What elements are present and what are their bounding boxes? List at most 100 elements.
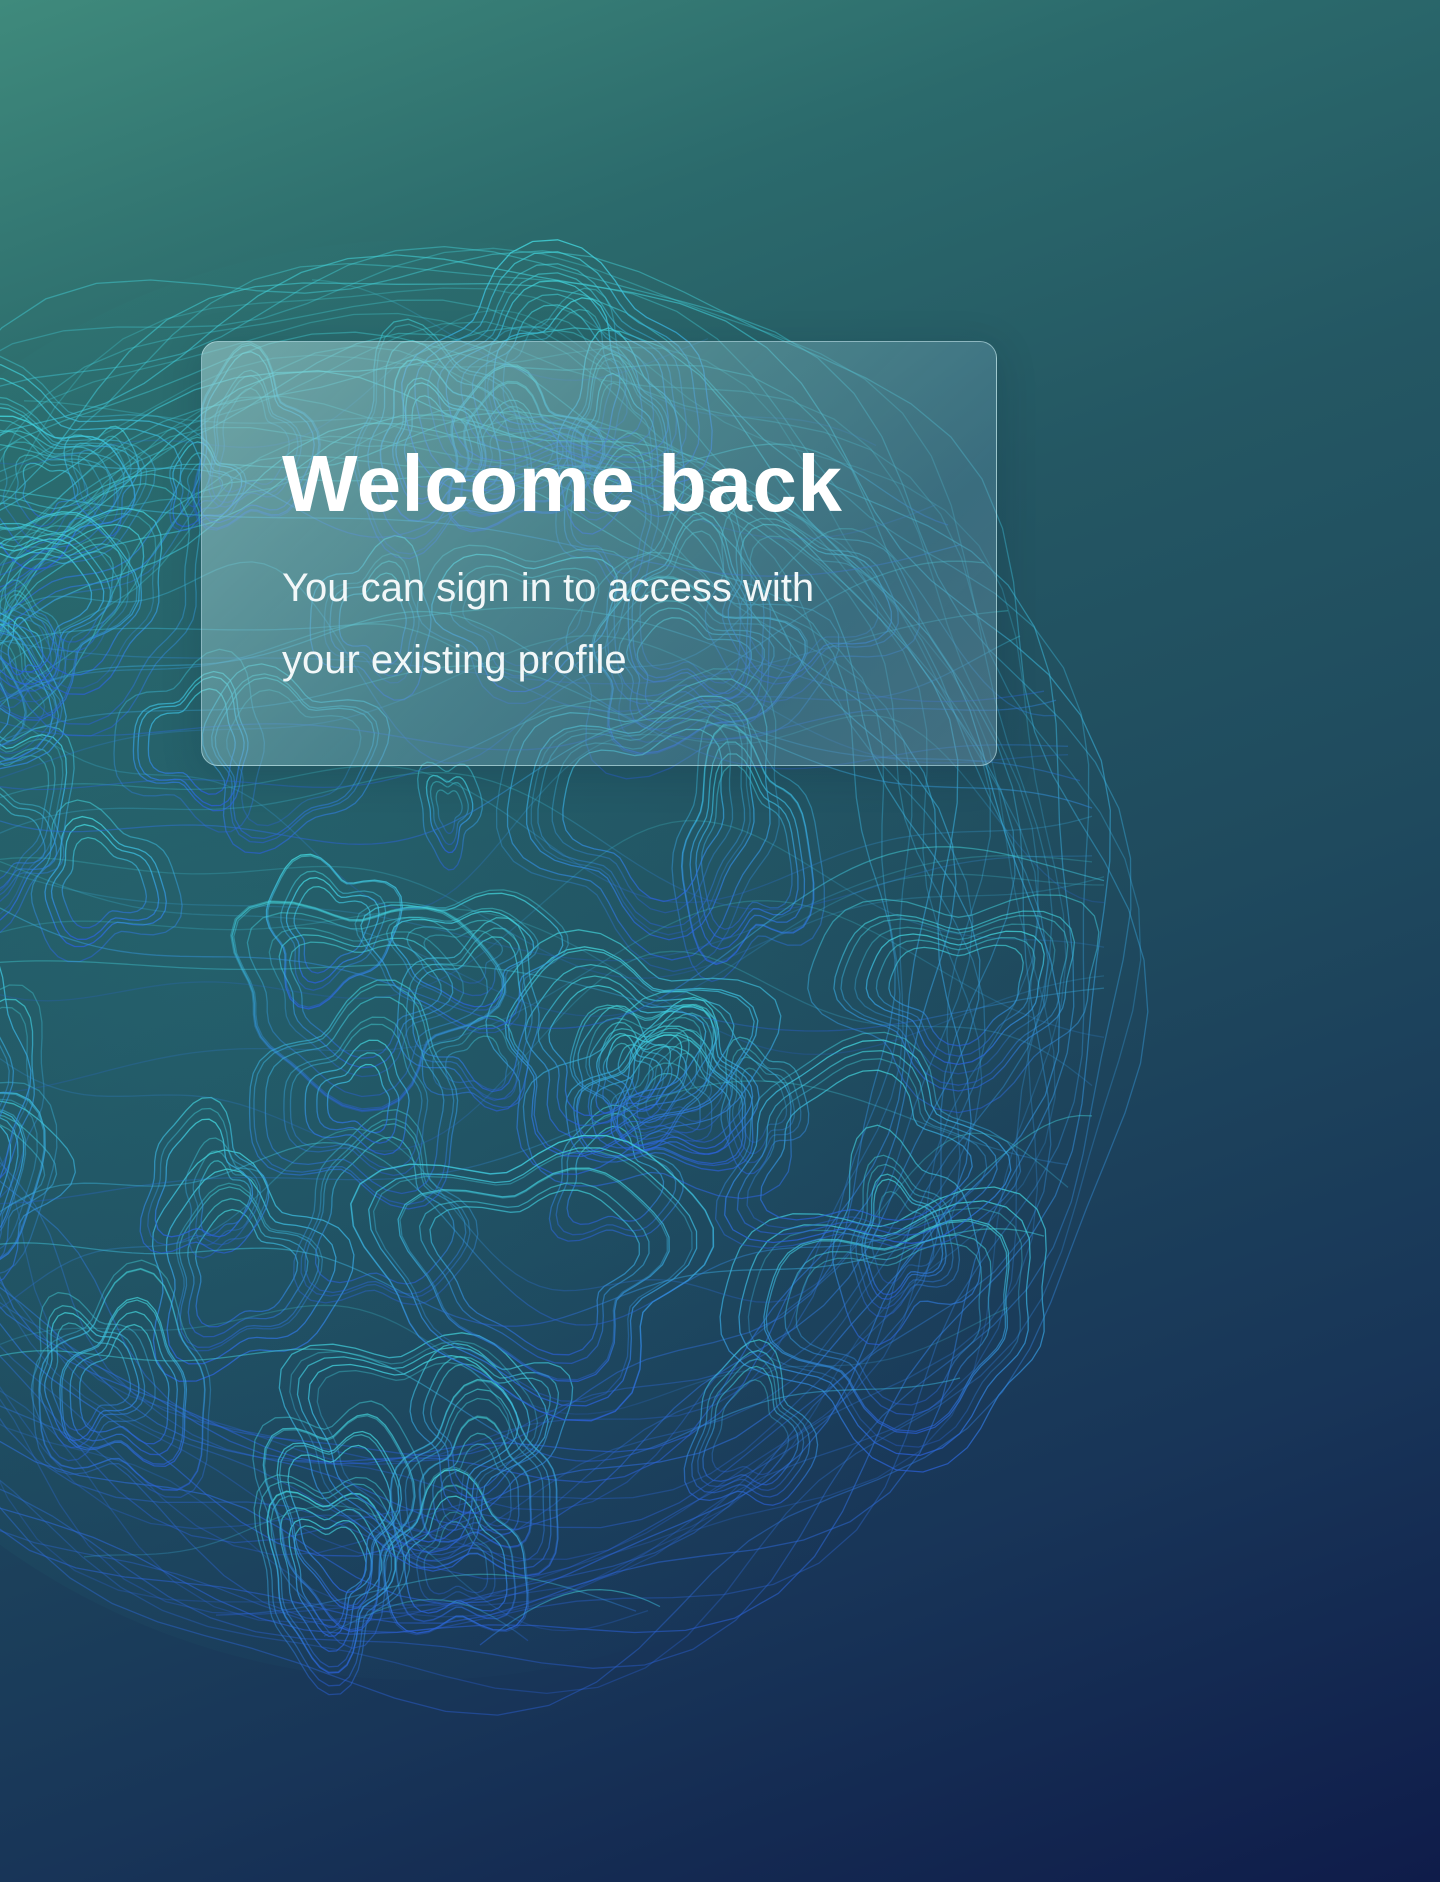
contour-line <box>246 912 489 1098</box>
contour-line <box>14 550 114 643</box>
contour-line <box>263 1415 415 1631</box>
contour-line <box>383 1468 528 1634</box>
ridge-line <box>0 819 1105 1002</box>
ridge-line <box>0 1080 1069 1205</box>
contour-line <box>418 1182 650 1365</box>
contour-line <box>0 579 67 709</box>
contour-line <box>78 1323 170 1445</box>
welcome-title: Welcome back <box>282 439 843 528</box>
contour-line <box>576 1004 688 1140</box>
contour-line <box>253 984 455 1206</box>
contour-line <box>69 1310 178 1456</box>
contour-line <box>0 525 122 703</box>
contour-line <box>360 892 564 1030</box>
contour-line <box>598 1027 690 1120</box>
contour-line <box>296 1346 531 1554</box>
contour-line <box>831 1124 982 1346</box>
contour-line <box>623 1072 701 1134</box>
contour-line <box>0 787 65 896</box>
contour-line <box>0 1114 58 1260</box>
contour-line <box>610 996 760 1155</box>
contour-line <box>0 1006 30 1168</box>
contour-line <box>425 774 474 854</box>
contour-line <box>316 1052 400 1144</box>
contour-line <box>833 910 1076 1092</box>
contour-line <box>548 1104 684 1242</box>
contour-line <box>569 1003 717 1152</box>
contour-line <box>385 907 539 1011</box>
contour-line <box>0 403 148 592</box>
contour-line <box>714 1031 1022 1250</box>
contour-line <box>397 1388 552 1570</box>
contour-line <box>419 1416 532 1548</box>
contour-line <box>395 1484 516 1622</box>
contour-line <box>0 1109 27 1232</box>
contour-line <box>702 1365 799 1486</box>
contour-line <box>595 1032 663 1114</box>
contour-line <box>231 901 506 1112</box>
contour-line <box>0 415 136 571</box>
contour-line <box>195 1208 299 1328</box>
contour-line <box>409 1342 574 1514</box>
contour-line <box>573 1031 747 1167</box>
contour-line <box>765 1220 1008 1433</box>
contour-line <box>139 1096 270 1254</box>
contour-line <box>77 444 126 515</box>
contour-line <box>270 1495 393 1668</box>
contour-line <box>587 1021 673 1125</box>
contour-line <box>0 629 57 755</box>
contour-line <box>555 1112 677 1236</box>
contour-line <box>287 1444 392 1594</box>
contour-line <box>372 1150 693 1403</box>
contour-line <box>0 483 190 725</box>
contour-line <box>871 1190 935 1284</box>
ridge-line <box>0 1304 1009 1415</box>
contour-line <box>147 1107 262 1246</box>
contour-line <box>700 764 793 930</box>
contour-line <box>59 1296 188 1467</box>
contour-line <box>795 1242 983 1406</box>
contour-line <box>695 753 799 940</box>
contour-line <box>0 1111 25 1229</box>
contour-line <box>0 998 35 1179</box>
contour-line <box>0 1125 12 1198</box>
contour-line <box>22 462 79 518</box>
contour-line <box>0 1091 46 1261</box>
contour-line <box>61 836 148 929</box>
contour-line <box>645 1039 724 1123</box>
contour-line <box>252 1400 426 1649</box>
contour-line <box>258 1480 405 1687</box>
contour-line <box>566 1125 665 1225</box>
contour-line <box>307 1354 520 1543</box>
contour-line <box>0 612 67 770</box>
welcome-subtitle: You can sign in to access with your exis… <box>282 566 815 682</box>
contour-line <box>397 1167 670 1382</box>
contour-line <box>865 930 1045 1066</box>
contour-line <box>0 429 111 567</box>
contour-line <box>278 1332 549 1572</box>
contour-line <box>354 889 569 1034</box>
contour-line <box>537 975 720 1127</box>
contour-line <box>44 1312 140 1442</box>
contour-line <box>429 1189 640 1356</box>
contour-line <box>264 996 445 1195</box>
contour-line <box>253 1474 410 1696</box>
contour-line <box>585 1016 702 1134</box>
contour-line <box>0 747 56 902</box>
contour-line <box>0 1100 76 1282</box>
contour-line <box>0 1036 15 1119</box>
contour-line <box>293 1109 479 1306</box>
contour-line <box>165 1168 337 1365</box>
contour-line <box>0 430 118 555</box>
contour-line <box>30 1291 156 1462</box>
contour-line <box>602 1042 654 1106</box>
contour-line <box>655 1052 713 1113</box>
contour-line <box>285 877 380 984</box>
contour-line <box>326 1063 391 1134</box>
contour-line <box>278 1434 400 1607</box>
contour-line <box>731 1056 796 1155</box>
contour-line <box>192 1150 259 1246</box>
contour-line <box>70 435 132 525</box>
contour-line <box>0 738 64 915</box>
contour-line <box>283 1016 429 1177</box>
